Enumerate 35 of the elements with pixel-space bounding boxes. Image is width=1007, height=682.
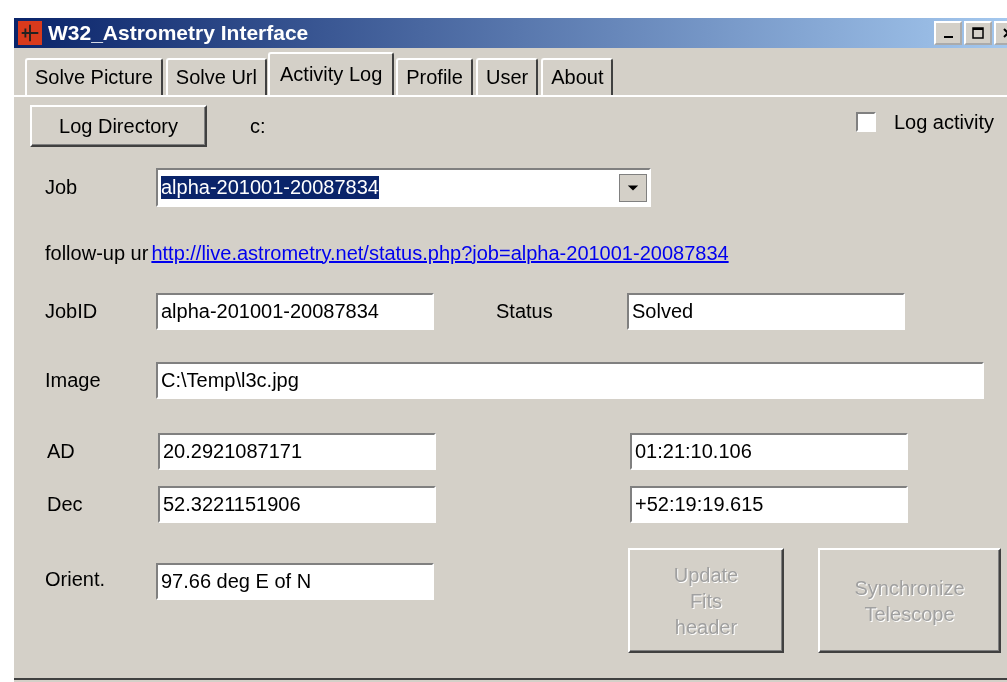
- minimize-button[interactable]: [934, 21, 962, 45]
- status-field[interactable]: Solved: [627, 293, 905, 330]
- tab[interactable]: Solve Picture: [25, 58, 163, 95]
- ad-decimal-field[interactable]: 20.2921087171: [158, 433, 436, 470]
- maximize-button[interactable]: [964, 21, 992, 45]
- follow-up-link[interactable]: http://live.astrometry.net/status.php?job=alpha-201001-20087834: [151, 241, 729, 265]
- tab[interactable]: Solve Url: [165, 58, 267, 95]
- field-label: Dec: [47, 492, 84, 516]
- caret-icon: [619, 173, 647, 202]
- tab[interactable]: User: [475, 58, 539, 95]
- field-label: Orient.: [45, 568, 107, 591]
- tab[interactable]: About: [541, 58, 614, 95]
- field-label: Status: [496, 300, 554, 323]
- field-label: Image: [45, 368, 102, 392]
- minimize-icon: [943, 36, 953, 38]
- field-label: AD: [47, 440, 76, 463]
- ad-sexagesimal-field[interactable]: 01:21:10.106: [630, 433, 908, 470]
- job-id-field[interactable]: alpha-201001-20087834: [156, 293, 434, 330]
- log-directory-button[interactable]: Log Directory: [30, 105, 207, 147]
- follow-up-label: follow-up ur: [45, 241, 149, 265]
- log-activity-checkbox[interactable]: [855, 112, 876, 132]
- log-activity-label: Log activity: [893, 110, 994, 134]
- image-path-field[interactable]: C:\Temp\l3c.jpg: [156, 361, 984, 399]
- maximize-icon: [972, 27, 984, 39]
- tab[interactable]: Profile: [396, 58, 473, 95]
- app-icon: [18, 21, 42, 45]
- tab[interactable]: Activity Log: [268, 52, 395, 95]
- field-label: Job: [45, 176, 79, 199]
- log-directory-path: c:: [250, 114, 266, 138]
- field-label: JobID: [45, 300, 99, 323]
- job-dropdown[interactable]: alpha-201001-20087834: [156, 168, 651, 207]
- dec-sexagesimal-field[interactable]: +52:19:19.615: [630, 485, 908, 523]
- dec-decimal-field[interactable]: 52.3221151906: [158, 485, 436, 523]
- window-title: W32_Astrometry Interface: [48, 21, 310, 45]
- orientation-field[interactable]: 97.66 deg E of N: [156, 563, 434, 600]
